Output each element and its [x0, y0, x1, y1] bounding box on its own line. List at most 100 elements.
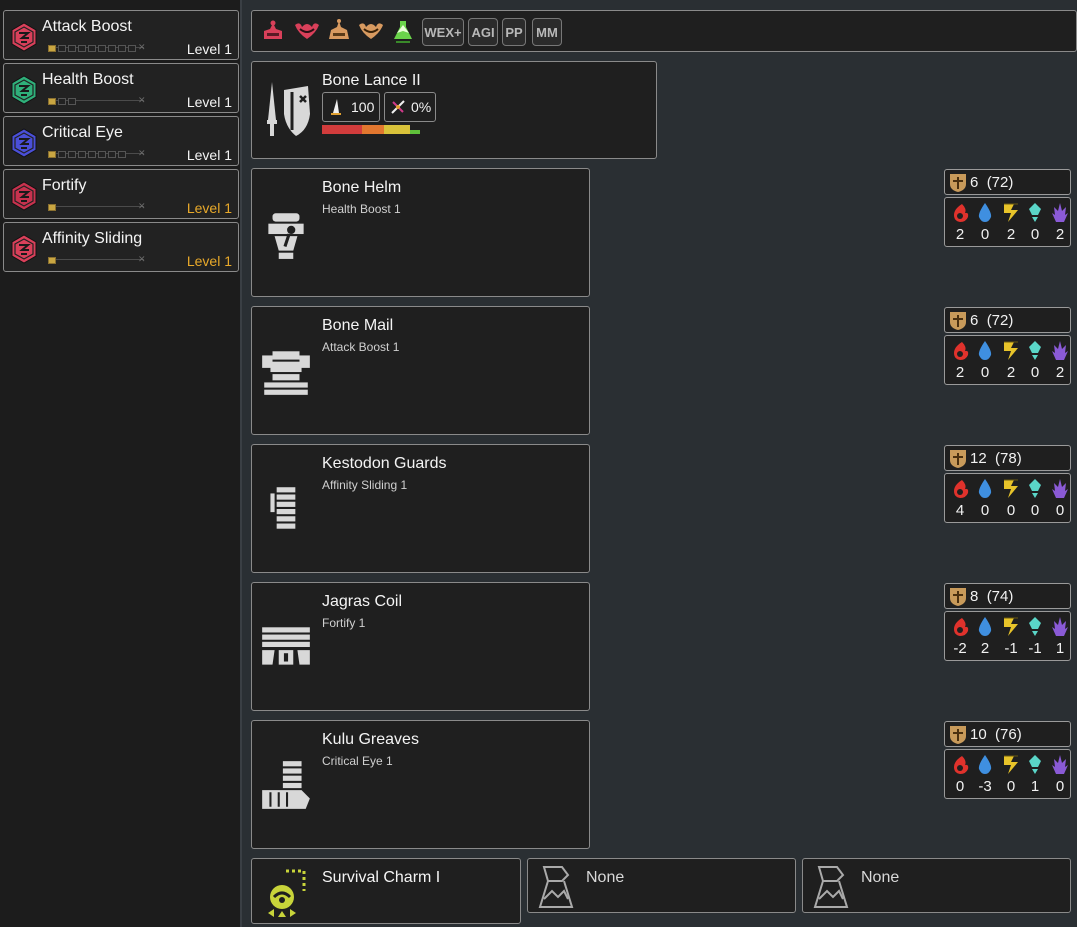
monster-icon-2[interactable]	[292, 17, 322, 47]
resistance-value: 0	[1030, 502, 1040, 519]
skill-level-segment	[68, 44, 76, 52]
skill-level-segment	[88, 44, 96, 52]
empty-slot-1[interactable]: None	[527, 858, 796, 913]
monster-icon-1[interactable]	[258, 17, 288, 47]
skill-badge-icon	[11, 75, 37, 105]
defense-shield-icon	[950, 312, 966, 330]
resistance-value: 2	[980, 640, 990, 657]
skill-level: Level 1	[186, 41, 232, 57]
defense-panel: 6 (72)	[944, 307, 1071, 333]
weapon-card[interactable]: Bone Lance II 100 0%	[251, 61, 657, 159]
skill-card[interactable]: Fortify ✕ Level 1	[3, 169, 239, 219]
defense-base: 12	[970, 450, 987, 467]
skill-level-segment	[48, 150, 56, 158]
skill-card[interactable]: Critical Eye ✕ Level 1	[3, 116, 239, 166]
charm-name: Survival Charm I	[322, 869, 441, 886]
skill-level: Level 1	[186, 147, 232, 163]
water-res-icon	[978, 617, 992, 636]
monster-icon-3[interactable]	[324, 17, 354, 47]
skill-name: Critical Eye	[42, 124, 123, 141]
armor-card[interactable]: Kestodon Guards Affinity Sliding 1	[251, 444, 590, 573]
resistance-value: 0	[1055, 778, 1065, 795]
helm-icon	[268, 213, 304, 259]
resistance-value: 0	[1006, 778, 1016, 795]
skill-level: Level 1	[186, 253, 232, 269]
thunder-res-icon	[1004, 479, 1018, 498]
defense-value: 12 (78)	[970, 450, 1022, 467]
weapon-name: Bone Lance II	[322, 72, 421, 89]
armor-card[interactable]: Bone Mail Attack Boost 1	[251, 306, 590, 435]
defense-value: 10 (76)	[970, 726, 1022, 743]
defense-value: 8 (74)	[970, 588, 1013, 605]
resistance-value: -2	[953, 640, 967, 657]
defense-max: (72)	[986, 174, 1014, 191]
water-res-icon	[978, 755, 992, 774]
armor-name: Kestodon Guards	[322, 455, 447, 472]
resistance-value: 1	[1055, 640, 1065, 657]
defense-max: (76)	[995, 726, 1022, 743]
armor-card[interactable]: Jagras Coil Fortify 1	[251, 582, 590, 711]
thunder-res-icon	[1004, 755, 1018, 774]
charm-card[interactable]: Survival Charm I	[251, 858, 521, 924]
resistance-value: 2	[1055, 364, 1065, 381]
tag-mm[interactable]: MM	[532, 18, 562, 46]
gauntlet-icon	[270, 487, 296, 529]
fire-res-icon	[954, 480, 969, 498]
resistance-panel: 0 -3 0 1 0	[944, 749, 1071, 799]
thunder-res-icon	[1004, 617, 1018, 636]
empty-slot-2[interactable]: None	[802, 858, 1071, 913]
skills-sidebar: Attack Boost ✕ Level 1 Health Boost ✕ Level 1…	[0, 0, 242, 927]
skill-level-segment	[68, 97, 76, 105]
resistance-panel: -2 2 -1 -1 1	[944, 611, 1071, 661]
resistance-panel: 20202	[944, 335, 1071, 385]
legs-icon	[262, 761, 310, 809]
ice-res-icon	[1029, 203, 1041, 222]
charm-icon	[268, 869, 306, 917]
tag-wexplus[interactable]: WEX+	[422, 18, 464, 46]
defense-max: (74)	[986, 588, 1014, 605]
skill-card[interactable]: Affinity Sliding ✕ Level 1	[3, 222, 239, 272]
skill-badge-icon	[11, 22, 37, 52]
skill-level-segment	[48, 203, 56, 211]
sharpness-segment	[383, 125, 410, 134]
skill-level-segment	[58, 97, 66, 105]
armor-skill: Fortify 1	[322, 616, 366, 630]
skill-level-segment	[108, 150, 116, 158]
skill-track-end-icon: ✕	[138, 95, 146, 105]
monster-icon-4[interactable]	[356, 17, 386, 47]
skill-level-segment	[78, 44, 86, 52]
defense-base: 8	[970, 588, 979, 605]
resistance-value: 2	[955, 364, 965, 381]
armor-card[interactable]: Kulu Greaves Critical Eye 1	[251, 720, 590, 849]
affinity-stat: 0%	[384, 92, 436, 122]
fire-res-icon	[954, 618, 969, 636]
armor-skill: Affinity Sliding 1	[322, 478, 408, 492]
green-flask-icon[interactable]	[388, 17, 418, 47]
attack-value: 100	[351, 99, 375, 115]
tag-agi[interactable]: AGI	[468, 18, 498, 46]
skill-card[interactable]: Health Boost ✕ Level 1	[3, 63, 239, 113]
skill-name: Fortify	[42, 177, 87, 194]
skill-level-segment	[48, 44, 56, 52]
tag-pp[interactable]: PP	[502, 18, 526, 46]
slot-1-label: None	[586, 869, 625, 886]
skill-card[interactable]: Attack Boost ✕ Level 1	[3, 10, 239, 60]
skill-badge-icon	[11, 128, 37, 158]
skill-track-end-icon: ✕	[138, 42, 146, 52]
affinity-icon	[391, 100, 405, 114]
resistance-value: 0	[1030, 364, 1040, 381]
skill-name: Health Boost	[42, 71, 134, 88]
sharpness-segment	[409, 130, 420, 134]
empty-slot-icon	[538, 866, 574, 908]
skill-level-segment	[118, 150, 126, 158]
resistance-value: 0	[955, 778, 965, 795]
dragon-res-icon	[1052, 755, 1068, 774]
armor-card[interactable]: Bone Helm Health Boost 1	[251, 168, 590, 297]
ice-res-icon	[1029, 755, 1041, 774]
sharpness-segment	[361, 125, 384, 134]
resistance-value: 0	[1030, 226, 1040, 243]
sharpness-segment	[322, 125, 362, 134]
skill-level-bar	[48, 149, 128, 159]
lance-icon	[267, 82, 310, 136]
skill-level-segment	[118, 44, 126, 52]
